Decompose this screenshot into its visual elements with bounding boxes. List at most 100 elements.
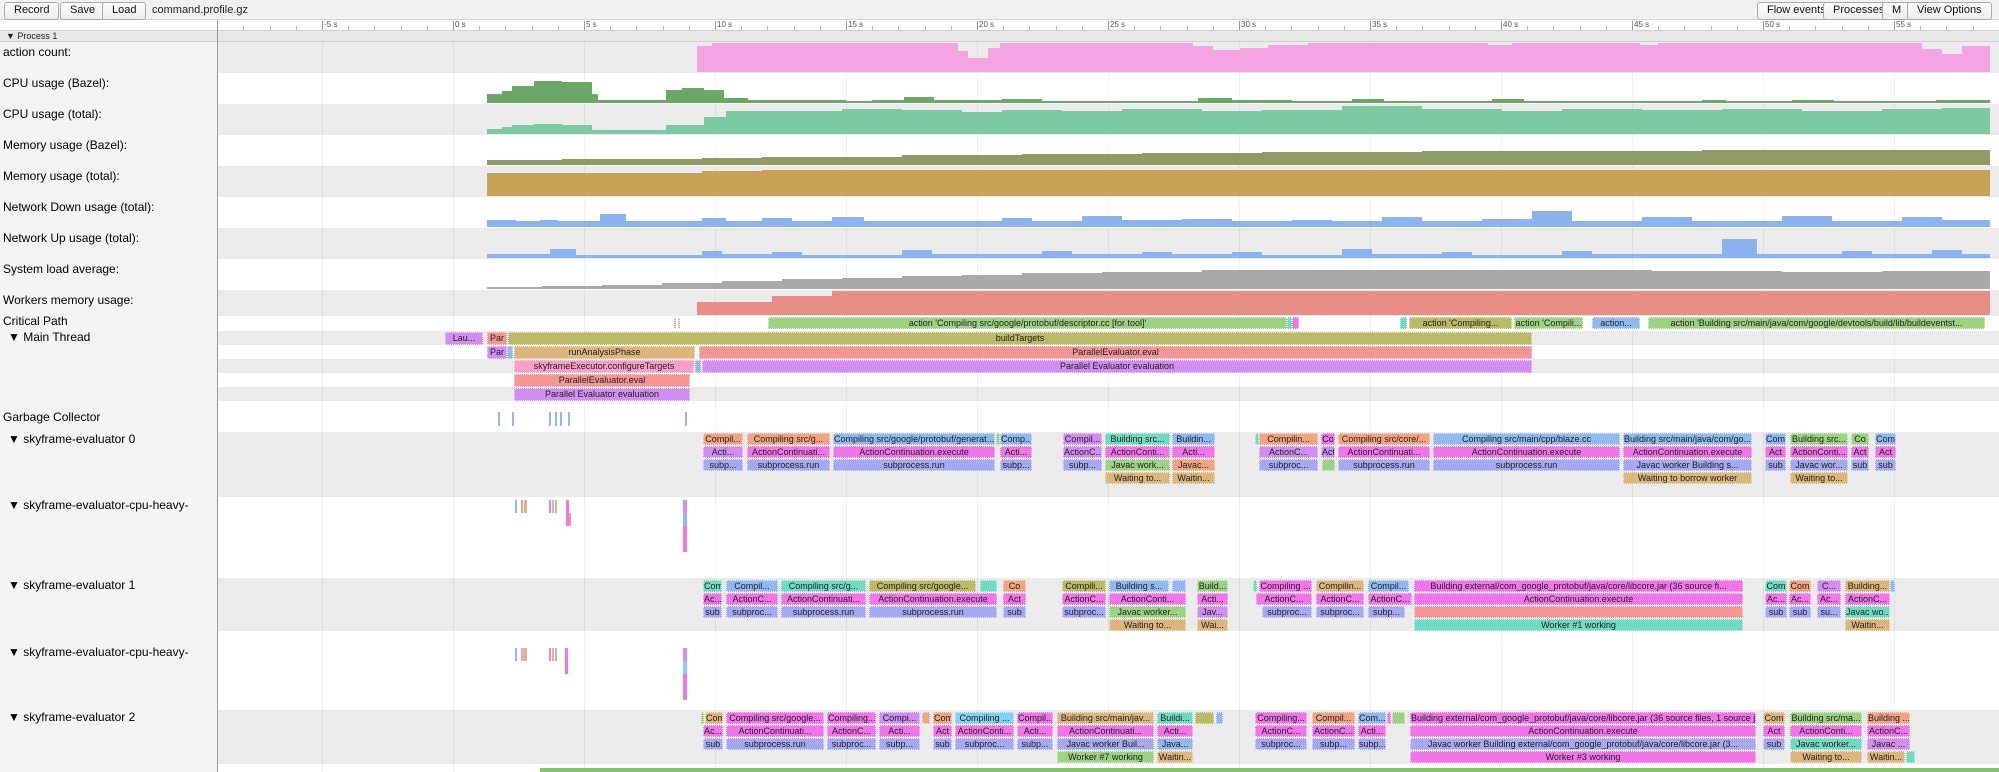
trace-event-bar[interactable]: Javac...	[1172, 459, 1215, 471]
trace-event-bar[interactable]: sub	[1875, 459, 1896, 471]
trace-event-bar[interactable]: Compiling src/main/cpp/blaze.cc	[1433, 433, 1620, 445]
trace-event-bar[interactable]: Parallel Evaluator evaluation	[702, 360, 1532, 373]
trace-event-bar[interactable]: ActionC...	[1368, 593, 1412, 605]
cpu-heavy-event-tick[interactable]	[569, 513, 571, 526]
trace-event-bar[interactable]: Javac wor...	[1790, 459, 1848, 471]
cpu-heavy-event-tick[interactable]	[683, 500, 687, 513]
trace-event-bar[interactable]	[678, 317, 680, 329]
trace-event-bar[interactable]: ActionC...	[827, 725, 876, 737]
trace-event-bar[interactable]: Building src/main/jav...	[1057, 712, 1154, 724]
trace-event-bar[interactable]: Building external/com_google_protobuf/ja…	[1414, 580, 1743, 592]
trace-event-bar[interactable]: Act	[1765, 446, 1786, 458]
track-label[interactable]: CPU usage (Bazel):	[3, 76, 109, 90]
trace-event-bar[interactable]: Co	[1003, 580, 1026, 592]
trace-event-bar[interactable]: subproc...	[1255, 738, 1307, 750]
trace-event-bar[interactable]: ActionContinuati...	[781, 593, 866, 605]
trace-event-bar[interactable]: Compil...	[1017, 712, 1053, 724]
trace-event-bar[interactable]: sub	[703, 606, 722, 618]
trace-event-bar[interactable]	[674, 317, 676, 329]
trace-event-bar[interactable]: Waitin...	[1172, 472, 1215, 484]
trace-event-bar[interactable]: action 'Compili...	[1514, 317, 1583, 329]
trace-event-bar[interactable]: subproc...	[1316, 606, 1364, 618]
trace-event-bar[interactable]: Waiting to...	[1790, 751, 1862, 763]
trace-event-bar[interactable]	[1216, 712, 1223, 724]
trace-event-bar[interactable]: Par	[487, 346, 507, 359]
trace-event-bar[interactable]	[1906, 751, 1915, 763]
trace-event-bar[interactable]: subprocess.run	[869, 606, 997, 618]
track-label[interactable]: Workers memory usage:	[3, 293, 133, 307]
trace-event-bar[interactable]: Compil...	[703, 433, 743, 445]
trace-event-bar[interactable]: Jav...	[1197, 606, 1228, 618]
trace-event-bar[interactable]	[922, 712, 930, 724]
trace-event-bar[interactable]: subp...	[1017, 738, 1053, 750]
trace-event-bar[interactable]: Javac worker...	[1109, 606, 1186, 618]
trace-event-bar[interactable]: Ac...	[703, 725, 723, 737]
trace-event-bar[interactable]: Act	[1763, 725, 1785, 737]
trace-event-bar[interactable]: sub	[1789, 606, 1811, 618]
trace-event-bar[interactable]: sub	[1851, 459, 1869, 471]
trace-event-bar[interactable]: Compiling...	[1255, 712, 1307, 724]
gc-event-tick[interactable]	[498, 412, 500, 426]
trace-event-bar[interactable]: Compiling src/google/protobuf/generat...	[833, 433, 995, 445]
trace-event-bar[interactable]: Act	[933, 725, 952, 737]
trace-event-bar[interactable]: ActionContinuati...	[1338, 446, 1430, 458]
trace-event-bar[interactable]: Compiling ...	[955, 712, 1014, 724]
track-label[interactable]: Memory usage (Bazel):	[3, 138, 127, 152]
trace-event-bar[interactable]: ActionC...	[1312, 725, 1355, 737]
cpu-heavy-event-tick[interactable]	[683, 674, 687, 700]
trace-event-bar[interactable]: Parallel Evaluator evaluation	[514, 388, 690, 401]
trace-event-bar[interactable]: Com	[1763, 712, 1785, 724]
trace-event-bar[interactable]: Lau...	[445, 332, 483, 345]
trace-event-bar[interactable]: Acti...	[1000, 446, 1032, 458]
gc-event-tick[interactable]	[685, 412, 687, 426]
cpu-heavy-event-tick[interactable]	[555, 500, 557, 513]
cpu-heavy-event-tick[interactable]	[552, 648, 554, 661]
trace-event-bar[interactable]: Act	[1875, 446, 1896, 458]
cpu-heavy-event-tick[interactable]	[515, 648, 517, 661]
trace-event-bar[interactable]: subp...	[1000, 459, 1032, 471]
track-label[interactable]: CPU usage (total):	[3, 107, 102, 121]
trace-event-bar[interactable]: Com	[705, 712, 723, 724]
trace-event-bar[interactable]: Worker #3 working	[1410, 751, 1756, 763]
trace-event-bar[interactable]: Compil...	[1368, 580, 1409, 592]
trace-event-bar[interactable]: ActionContinuati...	[1057, 725, 1154, 737]
trace-event-bar[interactable]: ActionContinuation.execute	[1623, 446, 1752, 458]
trace-event-bar[interactable]: Ac...	[1765, 593, 1787, 605]
trace-event-bar[interactable]: subprocess.run	[781, 606, 866, 618]
trace-event-bar[interactable]	[1387, 712, 1391, 724]
trace-event-bar[interactable]	[1253, 580, 1257, 592]
trace-event-bar[interactable]: subp...	[1368, 606, 1405, 618]
trace-event-bar[interactable]: ActionContinuati...	[747, 446, 830, 458]
trace-event-bar[interactable]: Compiling ...	[1259, 580, 1312, 592]
trace-event-bar[interactable]: ActionConti...	[1109, 593, 1186, 605]
track-label[interactable]: Garbage Collector	[3, 410, 100, 424]
trace-event-bar[interactable]: subproc...	[1262, 606, 1312, 618]
trace-event-bar[interactable]	[695, 360, 701, 373]
trace-event-bar[interactable]: Compil...	[1312, 712, 1355, 724]
trace-event-bar[interactable]: subprocess.run	[1338, 459, 1430, 471]
trace-event-bar[interactable]: Compiling src/g...	[781, 580, 866, 592]
trace-event-bar[interactable]: subprocess.run	[747, 459, 830, 471]
track-label[interactable]: ▼ skyframe-evaluator 2	[8, 710, 135, 724]
trace-event-bar[interactable]: ActionConti...	[955, 725, 1014, 737]
trace-event-bar[interactable]: Acti...	[879, 725, 920, 737]
trace-event-bar[interactable]	[701, 712, 704, 724]
track-label[interactable]: Network Down usage (total):	[3, 200, 154, 214]
trace-event-bar[interactable]: sub	[1763, 738, 1785, 750]
trace-event-bar[interactable]: Waiting to...	[1105, 472, 1170, 484]
trace-event-bar[interactable]: Waiting to borrow worker	[1623, 472, 1752, 484]
trace-event-bar[interactable]: Compiling src/google...	[726, 712, 824, 724]
cpu-heavy-event-tick[interactable]	[524, 500, 527, 513]
trace-event-bar[interactable]: Co	[1851, 433, 1869, 445]
trace-event-bar[interactable]: ActionConti...	[1790, 725, 1862, 737]
track-label[interactable]: ▼ skyframe-evaluator-cpu-heavy-	[8, 498, 189, 512]
trace-event-bar[interactable]: sub	[1765, 459, 1786, 471]
trace-event-bar[interactable]	[1400, 317, 1407, 329]
load-button[interactable]: Load	[102, 2, 146, 20]
trace-event-bar[interactable]: Acti...	[1172, 446, 1215, 458]
trace-event-bar[interactable]	[1195, 712, 1214, 724]
trace-event-bar[interactable]: Worker #1 working	[1414, 619, 1743, 631]
trace-event-bar[interactable]: ActionC...	[1255, 725, 1307, 737]
trace-event-bar[interactable]: Java...	[1157, 738, 1193, 750]
gc-event-tick[interactable]	[512, 412, 514, 426]
